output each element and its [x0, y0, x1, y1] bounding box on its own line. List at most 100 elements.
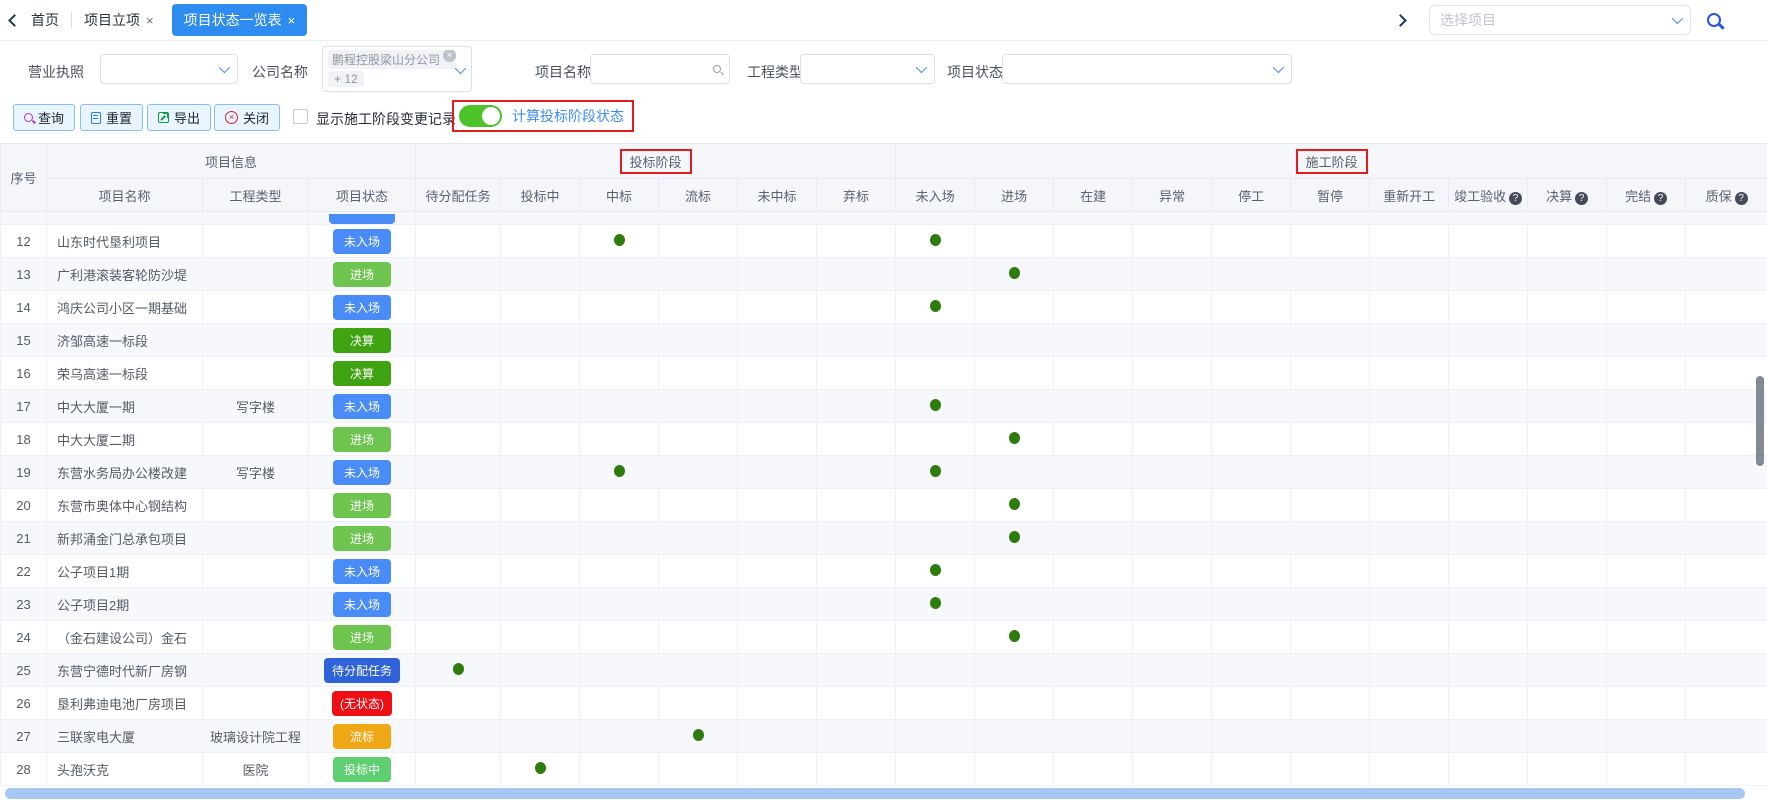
project-name-cell: [47, 212, 203, 225]
table-row[interactable]: 26垦利弗迪电池厂房项目(无状态): [1, 687, 1767, 720]
company-tag-label: 鹏程控股梁山分公司: [332, 51, 440, 68]
phase-cell-待分配任务: [416, 753, 501, 786]
help-icon[interactable]: ?: [1509, 192, 1522, 205]
table-row[interactable]: 15济邹高速一标段决算: [1, 324, 1767, 357]
project-type-select[interactable]: [800, 54, 935, 84]
company-select[interactable]: 鹏程控股梁山分公司× + 12: [322, 46, 472, 92]
phase-cell-完结: [1607, 588, 1686, 621]
table-row[interactable]: 23公子项目2期未入场: [1, 588, 1767, 621]
status-table-wrap: 序号 项目信息 投标阶段 施工阶段 项目名称工程类型项目状态待分配任务投标中中标…: [0, 143, 1767, 786]
close-icon[interactable]: ×: [288, 13, 296, 28]
calc-bid-phase-toggle[interactable]: [459, 105, 502, 127]
help-icon[interactable]: ?: [1654, 192, 1667, 205]
table-row[interactable]: 20东营市奥体中心钢结构进场: [1, 489, 1767, 522]
phase-cell-进场: [975, 291, 1054, 324]
phase-cell-中标: [580, 390, 659, 423]
export-button[interactable]: 导出: [147, 104, 211, 131]
phase-dot: [930, 399, 941, 411]
project-status-cell: 未入场: [309, 555, 416, 588]
table-row[interactable]: 21新邦涌金门总承包项目进场: [1, 522, 1767, 555]
status-table: 序号 项目信息 投标阶段 施工阶段 项目名称工程类型项目状态待分配任务投标中中标…: [0, 143, 1767, 786]
phase-cell-在建: [1054, 291, 1133, 324]
phase-cell-异常: [1133, 258, 1212, 291]
phase-cell-重新开工: [1370, 522, 1449, 555]
project-status-cell: 进场: [309, 258, 416, 291]
phase-cell-中标: [580, 357, 659, 390]
phase-cell-质保: [1686, 687, 1767, 720]
tag-close-icon[interactable]: ×: [443, 50, 456, 62]
phase-cell-异常: [1133, 720, 1212, 753]
phase-cell-流标: [659, 324, 738, 357]
project-name-cell: 荣乌高速一标段: [47, 357, 203, 390]
tab-project-setup[interactable]: 项目立项×: [72, 4, 166, 36]
table-row[interactable]: 12山东时代垦利项目未入场: [1, 225, 1767, 258]
col-header-cons-决算: 决算?: [1528, 179, 1607, 212]
phase-cell-待分配任务: [416, 555, 501, 588]
close-button[interactable]: 关闭: [214, 104, 280, 131]
horizontal-scrollbar[interactable]: [5, 788, 1745, 799]
search-icon[interactable]: [1707, 13, 1721, 27]
phase-cell-异常: [1133, 324, 1212, 357]
phase-dot: [614, 234, 625, 246]
vertical-scrollbar[interactable]: [1756, 376, 1764, 466]
row-index-cell: 16: [1, 357, 47, 390]
search-icon: [713, 65, 721, 73]
phase-cell-重新开工: [1370, 225, 1449, 258]
table-row[interactable]: 24（金石建设公司）金石进场: [1, 621, 1767, 654]
col-header-cons-停工: 停工: [1212, 179, 1291, 212]
phase-cell-重新开工: [1370, 456, 1449, 489]
phase-cell-竣工验收: [1449, 423, 1528, 456]
close-icon[interactable]: ×: [146, 13, 154, 28]
status-badge: 待分配任务: [324, 658, 400, 683]
project-status-overview-page: 首页 项目立项× 项目状态一览表× 选择项目 营业执照 公司名称 鹏程控股梁山分…: [0, 0, 1767, 805]
phase-cell-在建: [1054, 522, 1133, 555]
table-row[interactable]: 18中大大厦二期进场: [1, 423, 1767, 456]
table-row[interactable]: 27三联家电大厦玻璃设计院工程流标: [1, 720, 1767, 753]
project-name-cell: （金石建设公司）金石: [47, 621, 203, 654]
phase-cell-质保: [1686, 489, 1767, 522]
table-row[interactable]: 25东营宁德时代新厂房钢待分配任务: [1, 654, 1767, 687]
project-select-box[interactable]: 选择项目: [1429, 5, 1691, 35]
phase-cell-弃标: [817, 324, 896, 357]
phase-cell-异常: [1133, 753, 1212, 786]
show-change-log-checkbox[interactable]: [293, 109, 308, 124]
phase-cell-中标: [580, 489, 659, 522]
reset-button[interactable]: 重置: [80, 104, 143, 131]
row-index-cell: 18: [1, 423, 47, 456]
table-row[interactable]: 28头孢沃克医院投标中: [1, 753, 1767, 786]
phase-cell-停工: [1212, 324, 1291, 357]
col-header-cons-完结: 完结?: [1607, 179, 1686, 212]
phase-cell-未中标: [738, 390, 817, 423]
project-name-input[interactable]: [590, 54, 730, 84]
tab-home[interactable]: 首页: [19, 4, 71, 36]
phase-cell-投标中: [501, 687, 580, 720]
table-row[interactable]: 16荣乌高速一标段决算: [1, 357, 1767, 390]
license-select[interactable]: [100, 54, 238, 84]
table-row[interactable]: 22公子项目1期未入场: [1, 555, 1767, 588]
project-name-cell: 山东时代垦利项目: [47, 225, 203, 258]
phase-cell-完结: [1607, 687, 1686, 720]
phase-cell-暂停: [1291, 489, 1370, 522]
phase-cell-完结: [1607, 654, 1686, 687]
tab-project-status-overview[interactable]: 项目状态一览表×: [172, 4, 308, 36]
col-header-bid-待分配任务: 待分配任务: [416, 179, 501, 212]
col-header-bid-弃标: 弃标: [817, 179, 896, 212]
table-row[interactable]: 13广利港滚装客轮防沙堤进场: [1, 258, 1767, 291]
query-button[interactable]: 查询: [13, 104, 75, 131]
col-header-bid-中标: 中标: [580, 179, 659, 212]
help-icon[interactable]: ?: [1735, 192, 1748, 205]
help-icon[interactable]: ?: [1575, 192, 1588, 205]
project-name-cell: 头孢沃克: [47, 753, 203, 786]
row-index-cell: 17: [1, 390, 47, 423]
phase-cell-异常: [1133, 522, 1212, 555]
phase-cell-质保: [1686, 720, 1767, 753]
phase-cell-待分配任务: [416, 720, 501, 753]
table-row[interactable]: 14鸿庆公司小区一期基础未入场: [1, 291, 1767, 324]
project-type-cell: [203, 588, 309, 621]
status-badge: 决算: [333, 328, 391, 353]
table-row[interactable]: 19东营水务局办公楼改建写字楼未入场: [1, 456, 1767, 489]
chevron-right-icon[interactable]: [1394, 14, 1407, 27]
project-status-select[interactable]: [1002, 54, 1292, 84]
phase-cell-流标: [659, 753, 738, 786]
table-row[interactable]: 17中大大厦一期写字楼未入场: [1, 390, 1767, 423]
